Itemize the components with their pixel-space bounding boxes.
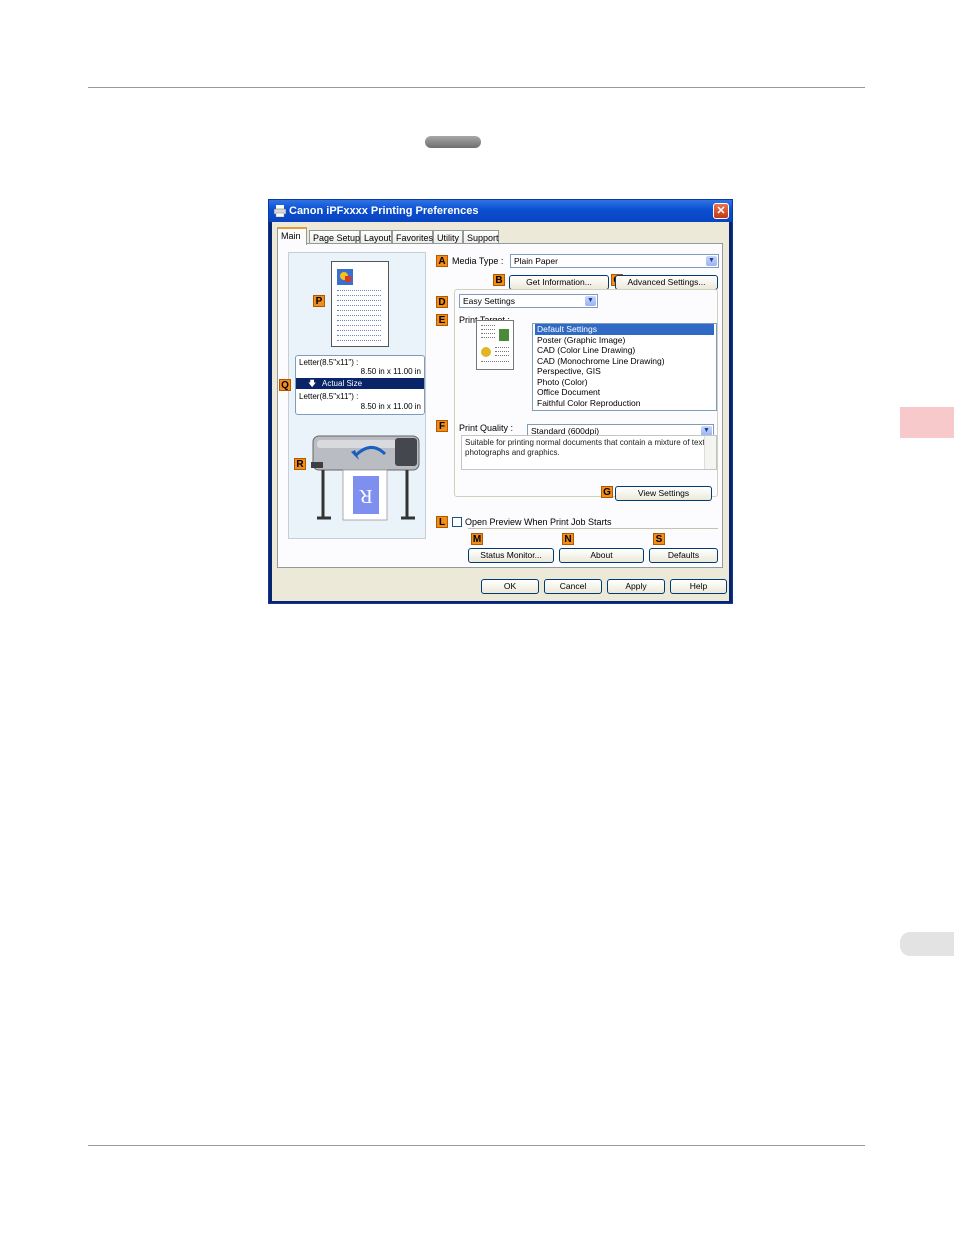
header-pill: [425, 136, 481, 148]
output-size-dims: 8.50 in x 11.00 in: [360, 402, 421, 411]
list-item[interactable]: Photo (Color): [535, 377, 590, 388]
down-arrow-icon: 🡇: [308, 379, 317, 388]
side-chapter-tab: [900, 407, 954, 438]
about-button[interactable]: About: [559, 548, 644, 563]
print-quality-description: Suitable for printing normal documents t…: [461, 435, 717, 470]
chevron-down-icon: ▼: [585, 296, 596, 306]
marker-p: P: [313, 295, 325, 307]
dialog-title: Canon iPFxxxx Printing Preferences: [289, 205, 479, 217]
preview-area: P Letter(8.5"x11") : 8.50 in x 11.00 in …: [279, 252, 426, 539]
list-item[interactable]: Perspective, GIS: [535, 366, 603, 377]
marker-r: R: [294, 458, 306, 470]
marker-a: A: [436, 255, 448, 267]
chevron-down-icon: ▼: [706, 256, 717, 266]
main-tab-panel: P Letter(8.5"x11") : 8.50 in x 11.00 in …: [277, 243, 723, 568]
help-button[interactable]: Help: [670, 579, 727, 594]
source-size-dims: 8.50 in x 11.00 in: [360, 367, 421, 376]
advanced-settings-button[interactable]: Advanced Settings...: [615, 275, 718, 290]
dialog-body: Main Page Setup Layout Favorites Utility…: [272, 222, 729, 601]
tab-main[interactable]: Main: [277, 227, 307, 245]
media-type-select[interactable]: Plain Paper ▼: [510, 254, 719, 268]
description-scrollbar[interactable]: [704, 436, 716, 469]
defaults-button[interactable]: Defaults: [649, 548, 718, 563]
marker-s: S: [653, 533, 665, 545]
description-text: Suitable for printing normal documents t…: [465, 438, 707, 457]
bottom-rule: [88, 1145, 865, 1146]
list-item[interactable]: Poster (Graphic Image): [535, 335, 627, 346]
list-item[interactable]: CAD (Monochrome Line Drawing): [535, 356, 667, 367]
tab-utility[interactable]: Utility: [433, 230, 463, 244]
marker-g: G: [601, 486, 613, 498]
marker-q: Q: [279, 379, 291, 391]
apply-button[interactable]: Apply: [607, 579, 665, 594]
scaling-row: 🡇 Actual Size: [296, 378, 424, 389]
preview-image: [337, 269, 353, 285]
top-rule: [88, 87, 865, 88]
paper-size-info: Letter(8.5"x11") : 8.50 in x 11.00 in 🡇 …: [295, 355, 425, 415]
marker-b: B: [493, 274, 505, 286]
ok-button[interactable]: OK: [481, 579, 539, 594]
marker-n: N: [562, 533, 574, 545]
tab-page-setup[interactable]: Page Setup: [309, 230, 360, 244]
printer-icon: [274, 205, 286, 217]
print-target-thumbnail: [476, 320, 514, 370]
marker-d: D: [436, 296, 448, 308]
printing-preferences-dialog: Canon iPFxxxx Printing Preferences ✕ Mai…: [268, 199, 733, 604]
open-preview-label: Open Preview When Print Job Starts: [465, 517, 612, 527]
tab-support[interactable]: Support: [463, 230, 499, 244]
marker-l: L: [436, 516, 448, 528]
print-target-list[interactable]: Default Settings Poster (Graphic Image) …: [532, 323, 717, 411]
separator-line: [468, 528, 718, 529]
source-size-label: Letter(8.5"x11") :: [299, 358, 359, 367]
settings-mode-select[interactable]: Easy Settings ▼: [459, 294, 598, 308]
close-button[interactable]: ✕: [713, 203, 729, 219]
printer-illustration[interactable]: R: [303, 426, 423, 526]
tab-favorites[interactable]: Favorites: [392, 230, 433, 244]
scaling-label: Actual Size: [322, 379, 363, 388]
print-quality-label: Print Quality :: [459, 423, 514, 433]
media-type-label: Media Type :: [452, 256, 504, 266]
title-bar[interactable]: Canon iPFxxxx Printing Preferences ✕: [269, 200, 732, 222]
settings-mode-value: Easy Settings: [463, 296, 515, 306]
side-index-tab: [900, 932, 954, 956]
tab-layout[interactable]: Layout: [360, 230, 392, 244]
list-item[interactable]: CAD (Color Line Drawing): [535, 345, 637, 356]
page-preview[interactable]: [331, 261, 389, 347]
status-monitor-button[interactable]: Status Monitor...: [468, 548, 554, 563]
open-preview-checkbox[interactable]: [452, 517, 462, 527]
svg-text:R: R: [359, 485, 373, 507]
media-type-value: Plain Paper: [514, 256, 558, 266]
list-item[interactable]: Office Document: [535, 387, 602, 398]
cancel-button[interactable]: Cancel: [544, 579, 602, 594]
marker-f: F: [436, 420, 448, 432]
list-item[interactable]: Faithful Color Reproduction: [535, 398, 642, 409]
output-size-label: Letter(8.5"x11") :: [299, 392, 359, 401]
marker-e: E: [436, 314, 448, 326]
view-settings-button[interactable]: View Settings: [615, 486, 712, 501]
marker-m: M: [471, 533, 483, 545]
get-information-button[interactable]: Get Information...: [509, 275, 609, 290]
list-item[interactable]: Default Settings: [535, 324, 714, 335]
